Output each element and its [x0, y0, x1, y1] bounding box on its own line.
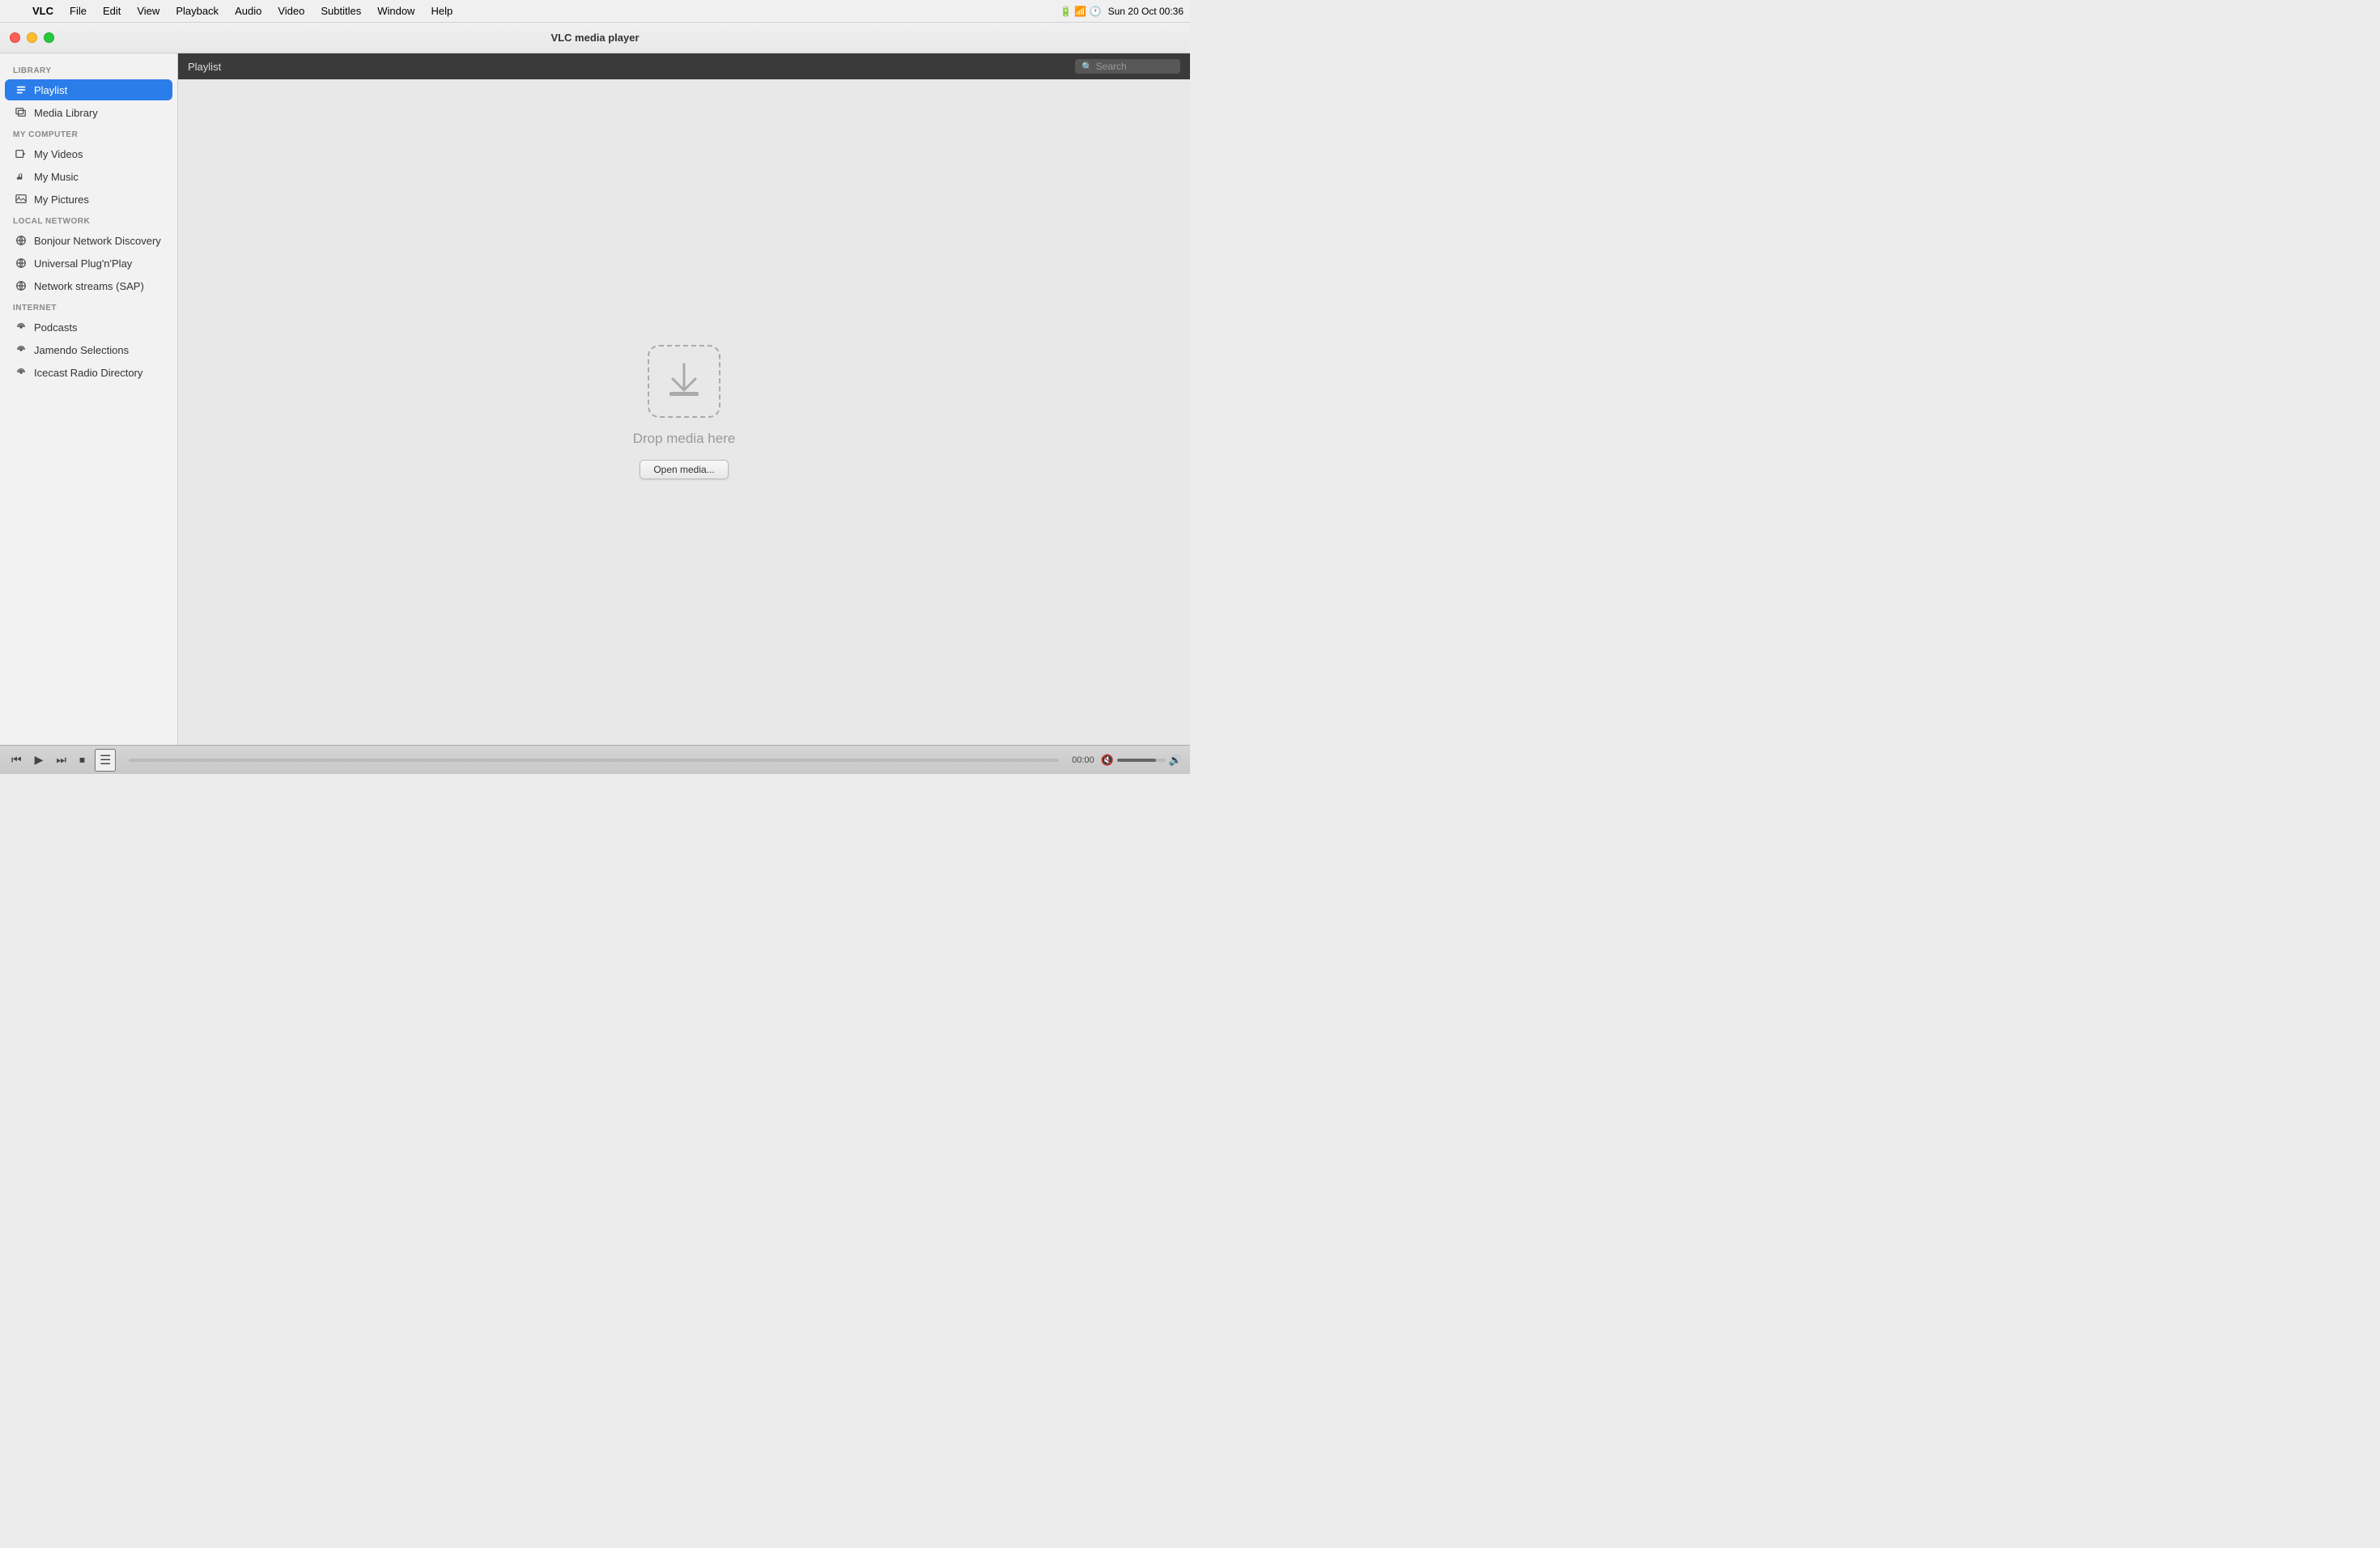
menu-subtitles[interactable]: Subtitles	[314, 3, 368, 19]
search-icon: 🔍	[1082, 62, 1093, 72]
bottom-bar: ⏮ ▶ ⏭ ⏹ ☰ 00:00 🔇 🔊	[0, 745, 1190, 774]
sidebar-item-upnp[interactable]: Universal Plug'n'Play	[5, 253, 172, 274]
sidebar-item-my-pictures[interactable]: My Pictures	[5, 189, 172, 210]
sidebar-item-podcasts[interactable]: Podcasts	[5, 317, 172, 338]
menu-edit[interactable]: Edit	[96, 3, 127, 19]
status-icons: 🔋 📶 🕐	[1060, 6, 1102, 17]
sap-icon	[15, 279, 28, 292]
sidebar-item-playlist[interactable]: Playlist	[5, 79, 172, 100]
search-input[interactable]	[1096, 61, 1174, 72]
menubar-left: VLC File Edit View Playback Audio Video …	[6, 3, 459, 19]
open-media-button[interactable]: Open media...	[640, 460, 728, 479]
volume-fill	[1117, 759, 1156, 762]
music-icon	[15, 170, 28, 183]
sidebar-item-my-music[interactable]: My Music	[5, 166, 172, 187]
sidebar-item-media-library-label: Media Library	[34, 107, 98, 119]
playlist-area: Playlist 🔍 Drop media here Open media...	[178, 53, 1190, 745]
sidebar-item-sap-label: Network streams (SAP)	[34, 280, 144, 292]
sidebar-section-library: LIBRARY	[0, 60, 177, 79]
menu-view[interactable]: View	[130, 3, 166, 19]
volume-area: 🔇 🔊	[1101, 754, 1182, 767]
upnp-icon	[15, 257, 28, 270]
time-display: 00:00	[1072, 755, 1094, 765]
titlebar: VLC media player	[0, 23, 1190, 53]
vlc-window: VLC media player LIBRARY Playlist	[0, 23, 1190, 774]
menu-playback[interactable]: Playback	[169, 3, 225, 19]
sidebar-section-internet: INTERNET	[0, 297, 177, 316]
podcasts-icon	[15, 321, 28, 334]
traffic-lights	[10, 32, 54, 43]
drop-zone: Drop media here Open media...	[178, 79, 1190, 745]
sidebar-item-jamendo-label: Jamendo Selections	[34, 344, 129, 356]
sidebar-item-bonjour-label: Bonjour Network Discovery	[34, 235, 161, 247]
sidebar-item-podcasts-label: Podcasts	[34, 321, 77, 334]
sidebar-item-my-videos[interactable]: My Videos	[5, 143, 172, 164]
sidebar-section-network: LOCAL NETWORK	[0, 211, 177, 229]
volume-icon: 🔇	[1101, 754, 1114, 767]
apple-menu[interactable]	[6, 10, 19, 13]
icecast-icon	[15, 366, 28, 379]
playlist-search-box[interactable]: 🔍	[1075, 59, 1180, 74]
menubar-right: 🔋 📶 🕐 Sun 20 Oct 00:36	[1060, 6, 1184, 17]
menu-help[interactable]: Help	[424, 3, 459, 19]
playlist-icon	[15, 83, 28, 96]
videos-icon	[15, 147, 28, 160]
sidebar-item-icecast-label: Icecast Radio Directory	[34, 367, 142, 379]
drop-icon-box	[648, 345, 720, 418]
sidebar-section-computer: MY COMPUTER	[0, 124, 177, 142]
menu-video[interactable]: Video	[271, 3, 311, 19]
sidebar-item-bonjour[interactable]: Bonjour Network Discovery	[5, 230, 172, 251]
progress-bar[interactable]	[129, 759, 1059, 762]
maximize-button[interactable]	[44, 32, 54, 43]
sidebar: LIBRARY Playlist	[0, 53, 178, 745]
sidebar-item-upnp-label: Universal Plug'n'Play	[34, 257, 132, 270]
playlist-toggle-button[interactable]: ☰	[95, 749, 116, 772]
menu-file[interactable]: File	[63, 3, 93, 19]
play-button[interactable]: ▶	[32, 751, 47, 768]
menu-vlc[interactable]: VLC	[26, 3, 60, 19]
sidebar-item-media-library[interactable]: Media Library	[5, 102, 172, 123]
menu-window[interactable]: Window	[371, 3, 421, 19]
playlist-header: Playlist 🔍	[178, 53, 1190, 79]
rewind-button[interactable]: ⏮	[8, 751, 25, 768]
sidebar-item-my-videos-label: My Videos	[34, 148, 83, 160]
drop-text: Drop media here	[633, 431, 736, 447]
sidebar-item-jamendo[interactable]: Jamendo Selections	[5, 339, 172, 360]
menu-audio[interactable]: Audio	[228, 3, 268, 19]
sidebar-item-my-pictures-label: My Pictures	[34, 194, 89, 206]
media-library-icon	[15, 106, 28, 119]
close-button[interactable]	[10, 32, 20, 43]
minimize-button[interactable]	[27, 32, 37, 43]
window-title: VLC media player	[550, 32, 639, 44]
sidebar-item-playlist-label: Playlist	[34, 84, 67, 96]
pictures-icon	[15, 193, 28, 206]
main-content: LIBRARY Playlist	[0, 53, 1190, 745]
playlist-header-label: Playlist	[188, 61, 221, 73]
volume-slider[interactable]	[1117, 759, 1166, 762]
sidebar-item-my-music-label: My Music	[34, 171, 79, 183]
fast-forward-button[interactable]: ⏭	[53, 751, 70, 768]
sidebar-item-sap[interactable]: Network streams (SAP)	[5, 275, 172, 296]
menubar: VLC File Edit View Playback Audio Video …	[0, 0, 1190, 23]
volume-max-icon: 🔊	[1169, 754, 1182, 767]
sidebar-item-icecast[interactable]: Icecast Radio Directory	[5, 362, 172, 383]
stop-button[interactable]: ⏹	[76, 751, 88, 768]
jamendo-icon	[15, 343, 28, 356]
datetime: Sun 20 Oct 00:36	[1108, 6, 1184, 17]
bonjour-icon	[15, 234, 28, 247]
